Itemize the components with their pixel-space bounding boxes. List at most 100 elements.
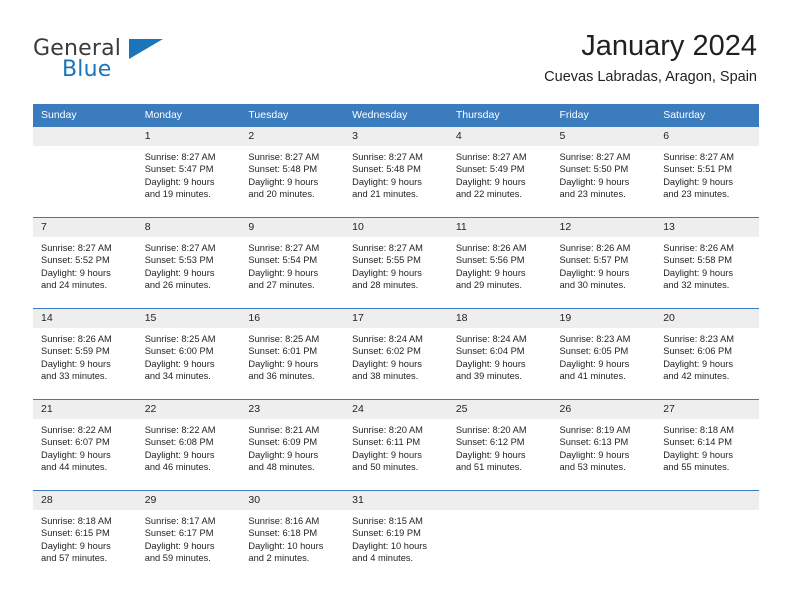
page-header: General Blue January 2024 Cuevas Labrada… — [33, 28, 757, 98]
sunset-text: Sunset: 6:01 PM — [248, 346, 318, 357]
calendar-day-cell[interactable]: 8 Sunrise: 8:27 AM Sunset: 5:53 PM Daylight… — [136, 217, 241, 309]
sunrise-text: Sunrise: 8:27 AM — [559, 152, 631, 162]
calendar-day-cell[interactable]: 22 Sunrise: 8:22 AM Sunset: 6:08 PM Dayligh… — [136, 399, 241, 491]
day-details: Sunrise: 8:16 AM Sunset: 6:18 PM Daylight:… — [240, 510, 344, 565]
calendar-day-cell[interactable]: 21 Sunrise: 8:22 AM Sunset: 6:07 PM Dayligh… — [33, 399, 137, 491]
sunrise-text: Sunrise: 8:27 AM — [144, 152, 216, 162]
calendar-day-cell[interactable]: 12 Sunrise: 8:26 AM Sunset: 5:57 PM Dayligh… — [551, 217, 656, 309]
calendar-day-cell[interactable]: 19 Sunrise: 8:23 AM Sunset: 6:05 PM Dayligh… — [551, 308, 656, 400]
day-number: 16 — [240, 309, 345, 328]
daylight-text-line2: and 51 minutes. — [455, 462, 522, 473]
calendar-day-cell[interactable]: 20 Sunrise: 8:23 AM Sunset: 6:06 PM Dayligh… — [655, 308, 759, 400]
day-details: Sunrise: 8:20 AM Sunset: 6:11 PM Daylight:… — [344, 419, 448, 474]
day-number: 23 — [240, 400, 345, 419]
calendar-day-cell[interactable]: 14 Sunrise: 8:26 AM Sunset: 5:59 PM Dayligh… — [33, 308, 137, 400]
calendar-day-cell[interactable]: 9 Sunrise: 8:27 AM Sunset: 5:54 PM Daylight… — [240, 217, 345, 309]
sunset-text: Sunset: 5:47 PM — [144, 164, 214, 175]
sunset-text: Sunset: 5:54 PM — [248, 255, 318, 266]
day-details: Sunrise: 8:27 AM Sunset: 5:50 PM Daylight:… — [552, 146, 656, 201]
sunset-text: Sunset: 5:53 PM — [144, 255, 214, 266]
sunrise-text: Sunrise: 8:27 AM — [144, 243, 216, 253]
calendar-day-cell[interactable]: 18 Sunrise: 8:24 AM Sunset: 6:04 PM Dayligh… — [447, 308, 552, 400]
calendar-day-cell[interactable]: 26 Sunrise: 8:19 AM Sunset: 6:13 PM Dayligh… — [551, 399, 656, 491]
calendar-day-cell[interactable]: 2 Sunrise: 8:27 AM Sunset: 5:48 PM Daylight… — [240, 126, 345, 218]
sunset-text: Sunset: 6:09 PM — [248, 437, 318, 448]
logo-text-blue: Blue — [62, 57, 112, 82]
daylight-text-line2: and 27 minutes. — [248, 280, 315, 291]
day-details: Sunrise: 8:23 AM Sunset: 6:06 PM Daylight:… — [655, 328, 759, 383]
daylight-text-line1: Daylight: 9 hours — [455, 449, 526, 460]
sunset-text: Sunset: 6:18 PM — [248, 528, 318, 539]
day-details: Sunrise: 8:24 AM Sunset: 6:04 PM Daylight:… — [448, 328, 552, 383]
calendar-day-cell[interactable]: 27 Sunrise: 8:18 AM Sunset: 6:14 PM Dayligh… — [655, 399, 759, 491]
day-details: Sunrise: 8:23 AM Sunset: 6:05 PM Daylight:… — [552, 328, 656, 383]
calendar-day-cell[interactable]: 29 Sunrise: 8:17 AM Sunset: 6:17 PM Dayligh… — [136, 490, 241, 581]
daylight-text-line2: and 22 minutes. — [455, 189, 522, 200]
calendar-day-cell[interactable]: 3 Sunrise: 8:27 AM Sunset: 5:48 PM Daylight… — [344, 126, 448, 218]
day-number: 10 — [344, 218, 448, 237]
calendar-day-cell[interactable]: 24 Sunrise: 8:20 AM Sunset: 6:11 PM Dayligh… — [344, 399, 448, 491]
sunrise-text: Sunrise: 8:23 AM — [559, 334, 631, 344]
day-number — [655, 491, 759, 510]
calendar-day-cell[interactable]: 16 Sunrise: 8:25 AM Sunset: 6:01 PM Dayligh… — [240, 308, 345, 400]
day-details: Sunrise: 8:27 AM Sunset: 5:51 PM Daylight:… — [655, 146, 759, 201]
calendar-day-cell[interactable]: 4 Sunrise: 8:27 AM Sunset: 5:49 PM Daylight… — [447, 126, 552, 218]
calendar-day-cell[interactable]: 28 Sunrise: 8:18 AM Sunset: 6:15 PM Dayligh… — [33, 490, 137, 581]
calendar-day-cell[interactable]: 15 Sunrise: 8:25 AM Sunset: 6:00 PM Dayligh… — [136, 308, 241, 400]
sunrise-text: Sunrise: 8:27 AM — [352, 152, 423, 162]
sunset-text: Sunset: 6:15 PM — [41, 528, 110, 539]
sunset-text: Sunset: 5:52 PM — [41, 255, 110, 266]
day-details: Sunrise: 8:17 AM Sunset: 6:17 PM Daylight:… — [137, 510, 241, 565]
sunset-text: Sunset: 6:08 PM — [144, 437, 214, 448]
sunrise-text: Sunrise: 8:27 AM — [455, 152, 527, 162]
day-details: Sunrise: 8:25 AM Sunset: 6:00 PM Daylight:… — [137, 328, 241, 383]
calendar-day-cell[interactable]: 6 Sunrise: 8:27 AM Sunset: 5:51 PM Daylight… — [655, 126, 759, 218]
daylight-text-line2: and 29 minutes. — [455, 280, 522, 291]
calendar-day-cell[interactable]: 10 Sunrise: 8:27 AM Sunset: 5:55 PM Dayligh… — [344, 217, 448, 309]
day-number: 4 — [447, 127, 552, 146]
sunrise-text: Sunrise: 8:27 AM — [352, 243, 423, 253]
calendar-day-cell[interactable]: 1 Sunrise: 8:27 AM Sunset: 5:47 PM Daylight… — [136, 126, 241, 218]
calendar-day-cell[interactable]: 11 Sunrise: 8:26 AM Sunset: 5:56 PM Dayligh… — [447, 217, 552, 309]
day-number: 22 — [136, 400, 241, 419]
sunset-text: Sunset: 5:56 PM — [455, 255, 525, 266]
calendar-day-cell[interactable]: 25 Sunrise: 8:20 AM Sunset: 6:12 PM Dayligh… — [447, 399, 552, 491]
day-number: 2 — [240, 127, 345, 146]
sunset-text: Sunset: 6:11 PM — [352, 437, 421, 448]
sunrise-text: Sunrise: 8:27 AM — [41, 243, 112, 253]
calendar-day-cell[interactable]: 31 Sunrise: 8:15 AM Sunset: 6:19 PM Dayligh… — [344, 490, 448, 581]
general-blue-logo[interactable]: General Blue — [33, 36, 233, 92]
calendar-empty-cell — [447, 490, 552, 581]
daylight-text-line1: Daylight: 9 hours — [248, 358, 319, 369]
daylight-text-line1: Daylight: 9 hours — [144, 358, 215, 369]
calendar-day-cell[interactable]: 7 Sunrise: 8:27 AM Sunset: 5:52 PM Daylight… — [33, 217, 137, 309]
daylight-text-line2: and 19 minutes. — [144, 189, 211, 200]
daylight-text-line2: and 44 minutes. — [41, 462, 108, 473]
daylight-text-line2: and 42 minutes. — [663, 371, 730, 382]
sunrise-text: Sunrise: 8:16 AM — [248, 516, 320, 526]
daylight-text-line1: Daylight: 10 hours — [352, 540, 428, 551]
calendar-day-cell[interactable]: 23 Sunrise: 8:21 AM Sunset: 6:09 PM Dayligh… — [240, 399, 345, 491]
sunrise-text: Sunrise: 8:27 AM — [663, 152, 735, 162]
daylight-text-line1: Daylight: 9 hours — [41, 449, 111, 460]
daylight-text-line2: and 55 minutes. — [663, 462, 730, 473]
calendar-week-row: 28 Sunrise: 8:18 AM Sunset: 6:15 PM Dayligh… — [33, 490, 759, 581]
calendar-week-row: 1 Sunrise: 8:27 AM Sunset: 5:47 PM Daylight… — [33, 126, 759, 218]
calendar-day-cell[interactable]: 5 Sunrise: 8:27 AM Sunset: 5:50 PM Daylight… — [551, 126, 656, 218]
calendar-day-cell[interactable]: 17 Sunrise: 8:24 AM Sunset: 6:02 PM Dayligh… — [344, 308, 448, 400]
calendar-body: 1 Sunrise: 8:27 AM Sunset: 5:47 PM Daylight… — [33, 126, 759, 581]
day-details: Sunrise: 8:27 AM Sunset: 5:53 PM Daylight:… — [137, 237, 241, 292]
day-details: Sunrise: 8:18 AM Sunset: 6:15 PM Daylight:… — [33, 510, 137, 565]
day-details: Sunrise: 8:27 AM Sunset: 5:52 PM Daylight:… — [33, 237, 137, 292]
day-details: Sunrise: 8:20 AM Sunset: 6:12 PM Daylight:… — [448, 419, 552, 474]
calendar-day-cell[interactable]: 30 Sunrise: 8:16 AM Sunset: 6:18 PM Dayligh… — [240, 490, 345, 581]
daylight-text-line2: and 32 minutes. — [663, 280, 730, 291]
calendar-week-row: 21 Sunrise: 8:22 AM Sunset: 6:07 PM Dayligh… — [33, 399, 759, 491]
day-number: 15 — [136, 309, 241, 328]
daylight-text-line1: Daylight: 9 hours — [41, 358, 111, 369]
daylight-text-line2: and 21 minutes. — [352, 189, 419, 200]
calendar-day-cell[interactable]: 13 Sunrise: 8:26 AM Sunset: 5:58 PM Dayligh… — [655, 217, 759, 309]
day-number: 30 — [240, 491, 345, 510]
day-details: Sunrise: 8:19 AM Sunset: 6:13 PM Daylight:… — [552, 419, 656, 474]
calendar-empty-cell — [33, 126, 137, 218]
